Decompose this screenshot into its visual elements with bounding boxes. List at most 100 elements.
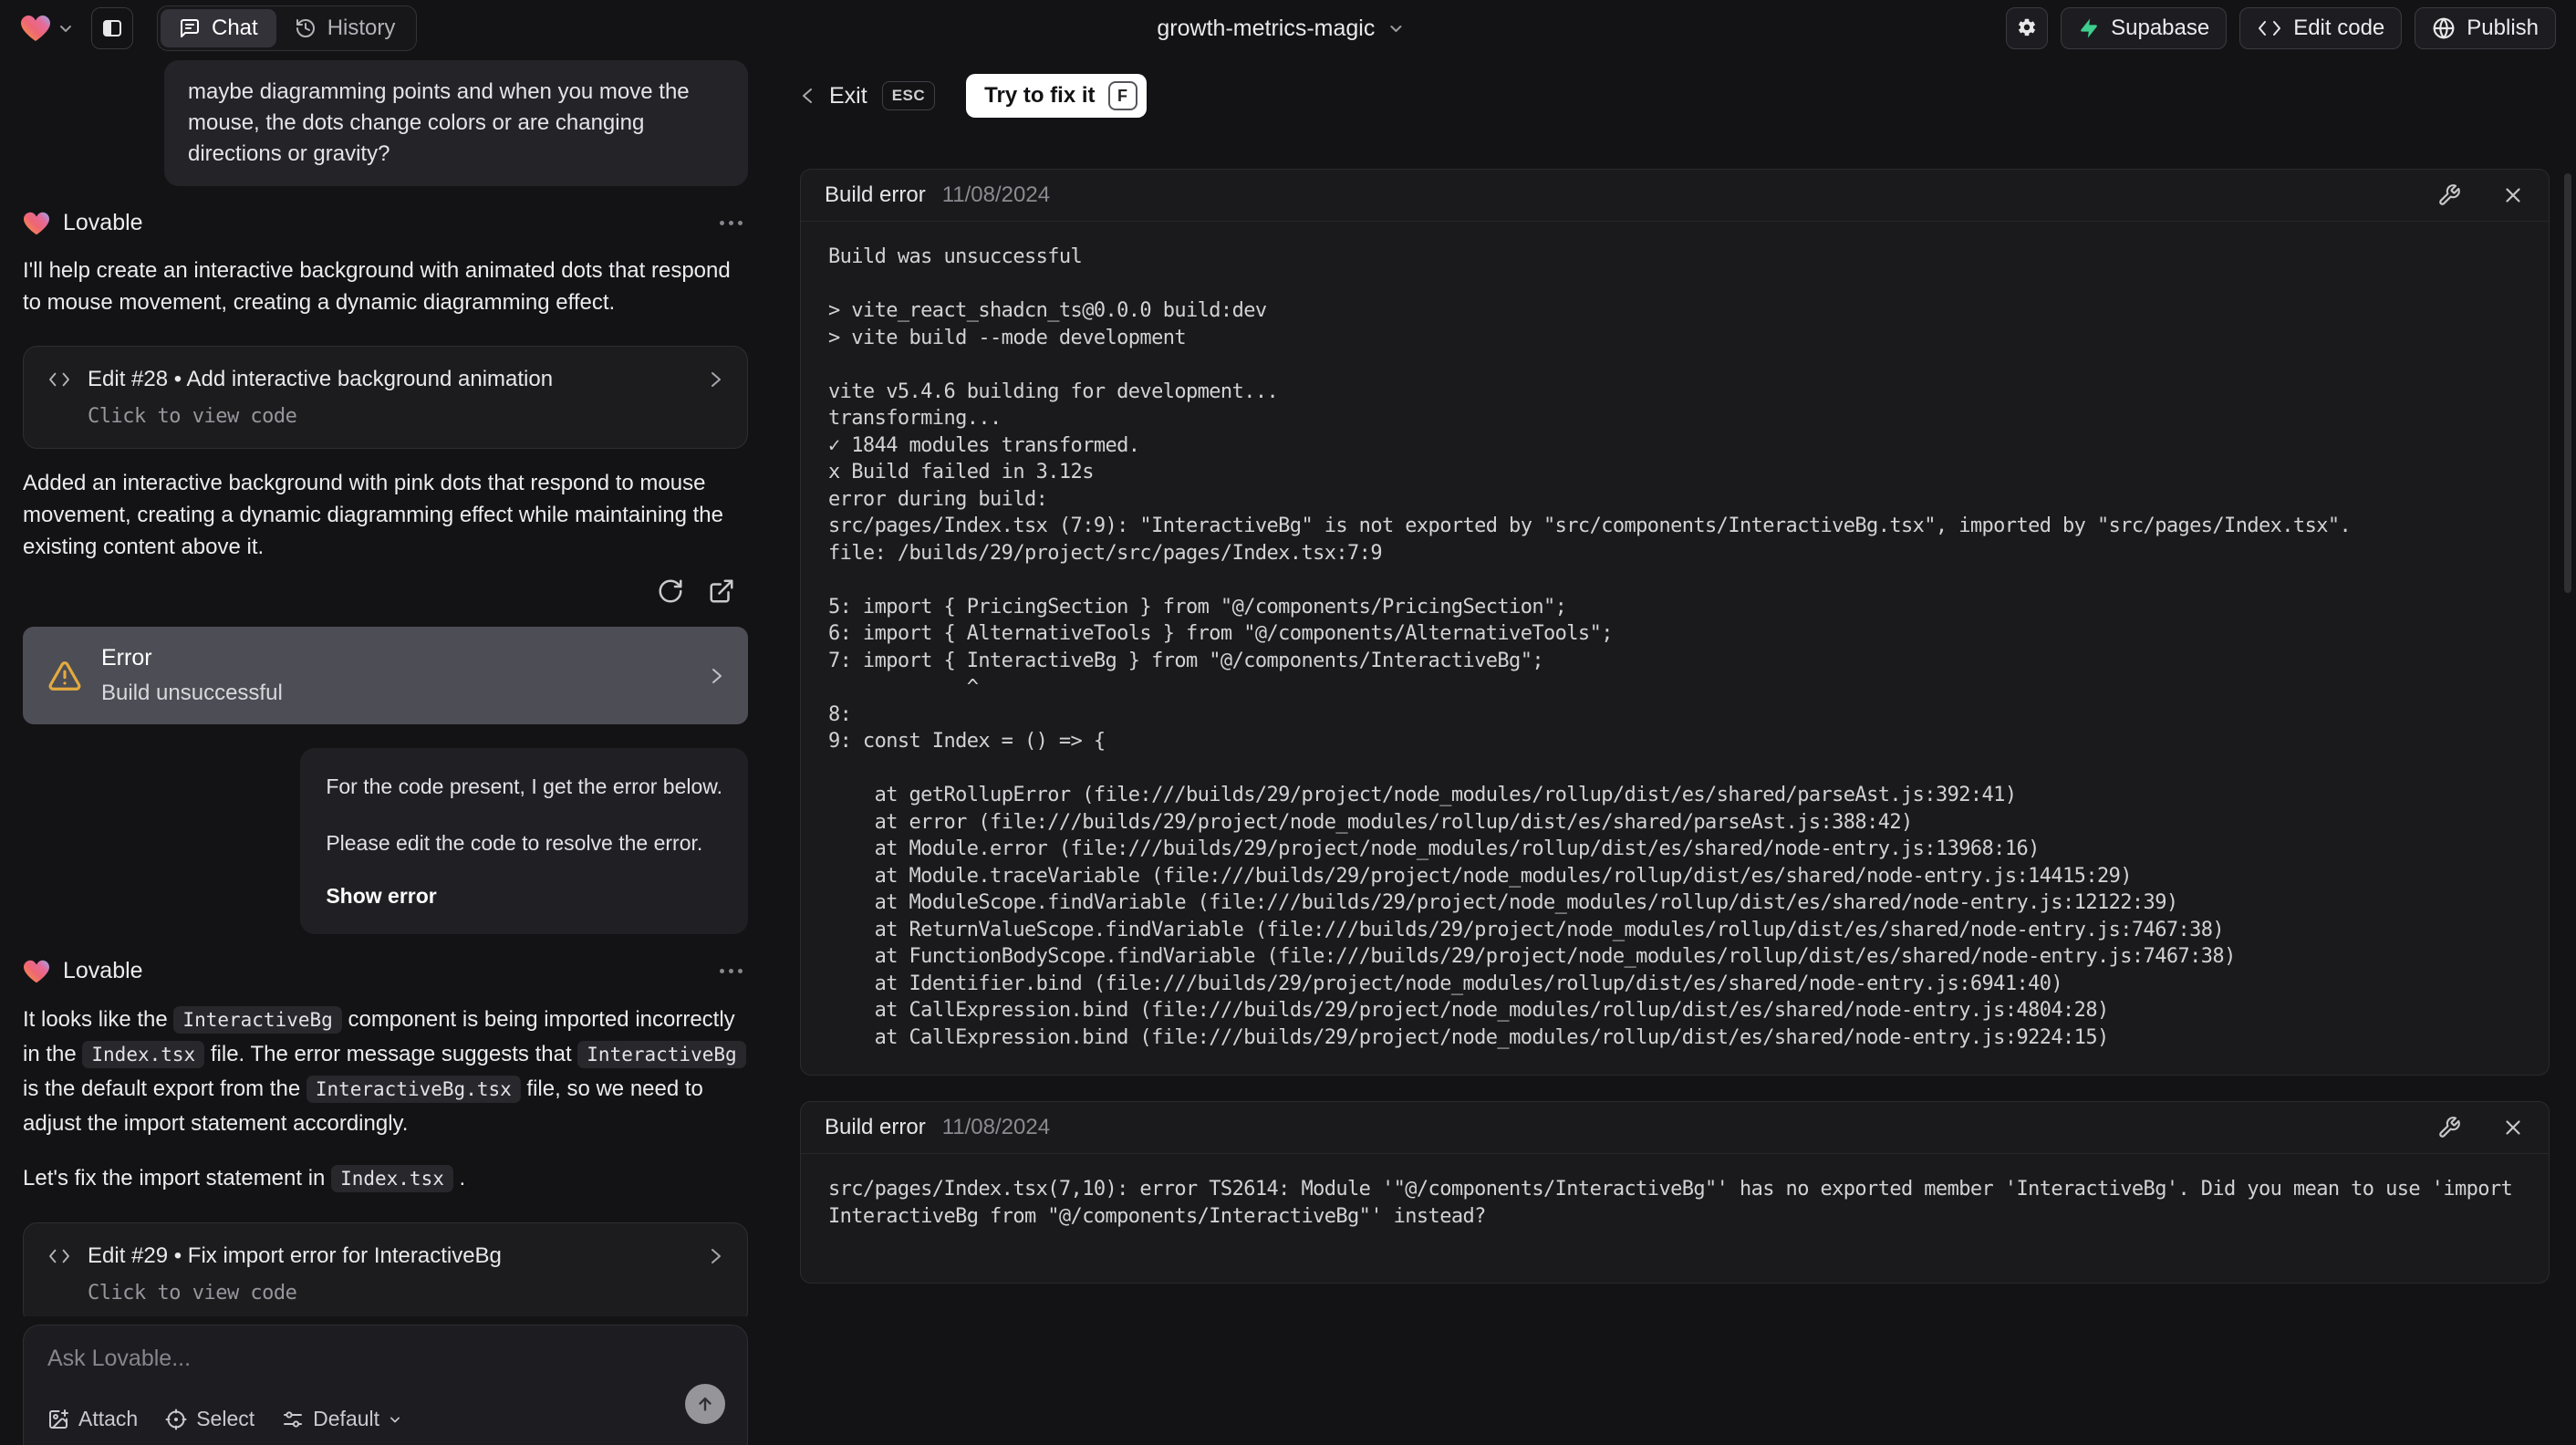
code-brackets-icon [47,370,71,389]
esc-key-badge: ESC [881,81,936,110]
fix-button-label: Try to fix it [984,83,1096,108]
wrench-icon[interactable] [2437,183,2461,207]
edit-29-card[interactable]: Edit #29 • Fix import error for Interact… [23,1222,748,1325]
code-brackets-icon [47,1247,71,1265]
settings-button[interactable] [2006,7,2049,49]
chevron-right-icon [709,1245,723,1267]
lovable-avatar-icon [23,959,50,984]
chevron-down-icon [58,23,73,34]
chat-input-dock: Attach Select Default [23,1316,748,1445]
select-button[interactable]: Select [165,1407,254,1431]
panel-date: 11/08/2024 [941,1115,1051,1139]
main-area: maybe diagramming points and when you mo… [0,57,2576,1445]
edit-code-button[interactable]: Edit code [2239,7,2403,49]
sliders-icon [282,1409,304,1430]
send-button[interactable] [685,1384,725,1424]
lovable-logo-icon [20,14,51,43]
assistant-message: Added an interactive background with pin… [23,471,723,559]
assistant-name: Lovable [63,958,143,983]
view-code-hint: Click to view code [88,1282,297,1305]
assistant-message: Let's fix the import statement in Index.… [23,1165,466,1192]
exit-button[interactable]: Exit ESC [800,81,936,110]
attach-button[interactable]: Attach [47,1407,138,1431]
error-card-title: Error [101,645,152,671]
edit-title: Edit #28 • Add interactive background an… [88,367,554,391]
system-line: For the code present, I get the error be… [326,774,722,798]
edit-28-card[interactable]: Edit #28 • Add interactive background an… [23,346,748,449]
supabase-button[interactable]: Supabase [2061,7,2228,49]
system-message-bubble: For the code present, I get the error be… [300,748,748,934]
tab-chat-label: Chat [212,16,258,40]
chat-panel: maybe diagramming points and when you mo… [0,57,763,1445]
assistant-message: It looks like the InteractiveBg componen… [23,1003,748,1140]
sidebar-toggle-button[interactable] [91,7,133,49]
error-card-subtitle: Build unsuccessful [101,681,283,705]
lovable-logo-menu[interactable] [20,14,73,43]
scrollbar[interactable] [2564,173,2571,593]
error-workspace: Exit ESC Try to fix it F Build error 11/… [763,57,2576,1445]
assistant-name: Lovable [63,210,143,235]
error-toolbar: Exit ESC Try to fix it F [800,74,2550,118]
close-icon[interactable] [2501,183,2525,207]
attach-label: Attach [78,1407,139,1430]
build-log: src/pages/Index.tsx(7,10): error TS2614:… [828,1178,2524,1228]
chat-history-tabs: Chat History [157,5,418,51]
mode-select-button[interactable]: Default [282,1407,401,1431]
lovable-app: Chat History growth-metrics-magic Supaba… [0,0,2576,1445]
chevron-down-icon [389,1415,401,1424]
tab-history[interactable]: History [276,9,414,47]
tab-chat[interactable]: Chat [161,9,276,47]
edit-code-label: Edit code [2293,16,2385,40]
more-options-icon[interactable] [720,221,748,225]
code-brackets-icon [2257,18,2282,38]
target-icon [165,1409,187,1430]
restore-icon[interactable] [657,577,684,605]
assistant-message: I'll help create an interactive backgrou… [23,258,731,315]
tab-history-label: History [327,16,396,40]
edit-title: Edit #29 • Fix import error for Interact… [88,1243,502,1268]
try-to-fix-button[interactable]: Try to fix it F [966,74,1147,118]
chat-input[interactable] [47,1346,588,1382]
view-code-hint: Click to view code [88,405,297,428]
show-error-link[interactable]: Show error [326,881,722,910]
assistant-header: Lovable [23,210,748,236]
panel-date: 11/08/2024 [941,182,1051,207]
build-error-card[interactable]: Error Build unsuccessful [23,627,748,724]
project-title: growth-metrics-magic [1157,15,1376,41]
panel-header: Build error 11/08/2024 [801,1102,2549,1154]
publish-button[interactable]: Publish [2415,7,2556,49]
globe-icon [2432,16,2456,40]
history-icon [295,17,317,39]
close-icon[interactable] [2501,1116,2525,1139]
chevron-right-icon [709,369,723,390]
system-line: Please edit the code to resolve the erro… [326,831,703,855]
external-link-icon[interactable] [708,577,735,605]
build-error-panel: Build error 11/08/2024 Build was unsucce… [800,169,2550,1076]
mode-label: Default [313,1407,380,1430]
chevron-left-icon [800,85,815,107]
more-options-icon[interactable] [720,969,748,973]
publish-label: Publish [2467,16,2539,40]
message-actions [23,577,748,605]
assistant-header: Lovable [23,958,748,984]
panel-left-icon [100,17,124,39]
select-label: Select [196,1407,255,1430]
chevron-down-icon [1387,23,1404,34]
project-switcher[interactable]: growth-metrics-magic [1157,0,1404,57]
chat-bubble-icon [179,17,201,39]
panel-title: Build error [825,182,926,207]
image-plus-icon [47,1409,69,1430]
f-key-badge: F [1107,81,1137,110]
panel-title: Build error [825,1115,926,1139]
lovable-avatar-icon [23,211,50,236]
wrench-icon[interactable] [2437,1116,2461,1139]
chat-input-toolbar: Attach Select Default [47,1407,723,1431]
warning-icon [47,659,83,693]
build-log: Build was unsuccessful > vite_react_shad… [828,245,2352,1049]
arrow-up-icon [695,1394,715,1414]
exit-label: Exit [829,82,867,109]
app-header: Chat History growth-metrics-magic Supaba… [0,0,2576,57]
supabase-label: Supabase [2111,16,2210,40]
header-left: Chat History [20,5,418,51]
gear-icon [2015,16,2039,40]
